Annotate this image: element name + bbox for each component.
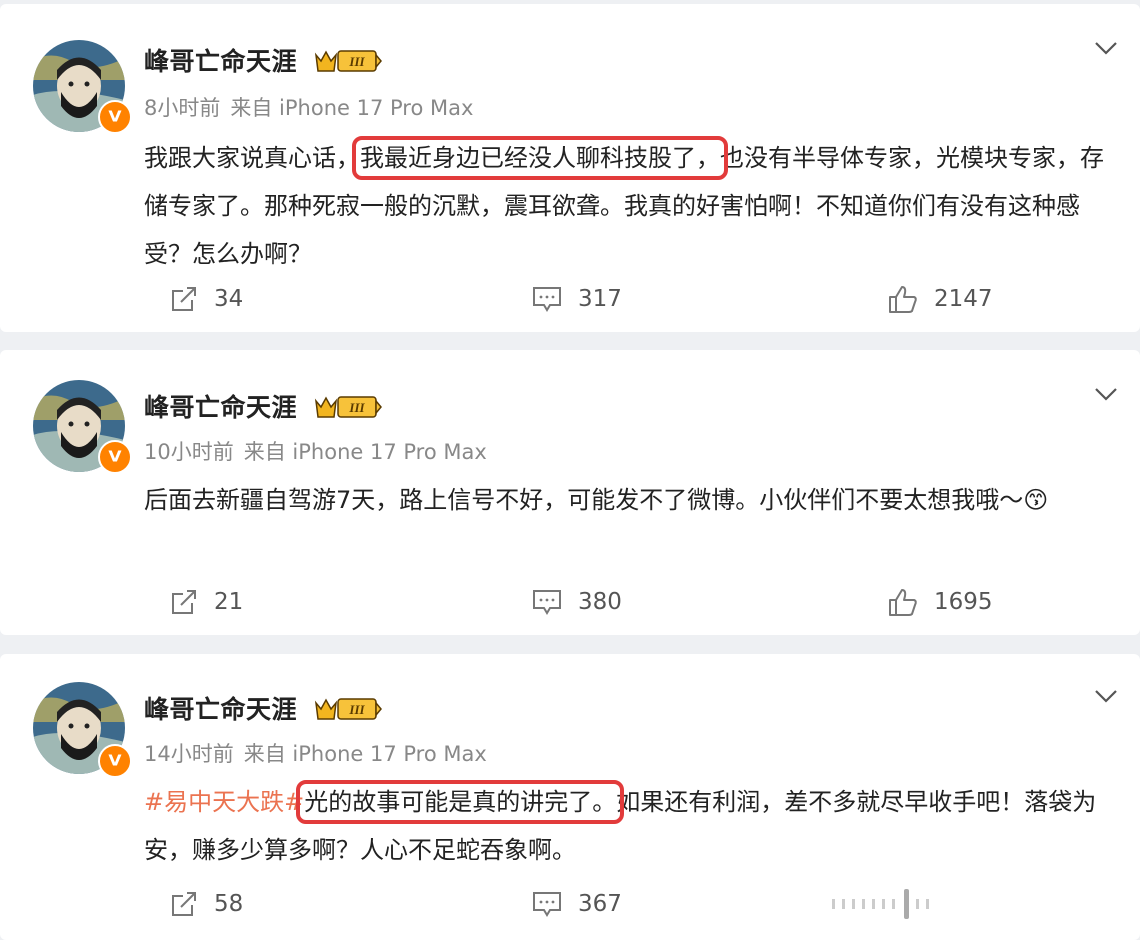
comment-icon	[533, 892, 561, 917]
post-card: V 峰哥亡命天涯 III 14小时前 来自 iPhone 17 Pro Max #…	[0, 654, 1140, 940]
post-actions: 34 317 2147	[0, 279, 1140, 319]
chevron-down-icon[interactable]	[1094, 688, 1118, 704]
post-content: 后面去新疆自驾游7天，路上信号不好，可能发不了微博。小伙伴们不要太想我哦～😙	[144, 486, 1049, 514]
post-meta: 14小时前 来自 iPhone 17 Pro Max	[144, 738, 487, 768]
post-meta: 10小时前 来自 iPhone 17 Pro Max	[144, 436, 487, 466]
username[interactable]: 峰哥亡命天涯	[144, 388, 297, 424]
weibo-feed: V 峰哥亡命天涯 III 8小时前 来自 iPhone 17 Pro Max 我跟…	[0, 0, 1140, 940]
post-time[interactable]: 14小时前	[144, 742, 234, 766]
post-source: 来自 iPhone 17 Pro Max	[243, 742, 487, 766]
post-time[interactable]: 10小时前	[144, 440, 234, 464]
hashtag-link[interactable]: #易中天大跌#	[144, 788, 304, 816]
username[interactable]: 峰哥亡命天涯	[144, 42, 297, 78]
post-time[interactable]: 8小时前	[144, 96, 220, 120]
emoji: 😙	[1023, 486, 1049, 514]
level-badge-icon: III	[314, 50, 382, 72]
svg-text:III: III	[348, 400, 365, 415]
comment-icon	[533, 287, 561, 312]
svg-text:III: III	[348, 702, 365, 717]
comment-button[interactable]: 317	[532, 279, 622, 319]
post-content: #易中天大跌#光的故事可能是真的讲完了。如果还有利润，差不多就尽早收手吧！落袋为…	[144, 780, 1097, 864]
level-badge-icon: III	[314, 698, 382, 720]
share-button[interactable]: 21	[170, 582, 243, 622]
post-card: V 峰哥亡命天涯 III 8小时前 来自 iPhone 17 Pro Max 我跟…	[0, 4, 1140, 332]
share-icon	[172, 590, 196, 614]
thumbs-up-icon	[889, 589, 917, 616]
svg-text:III: III	[348, 54, 365, 69]
level-badge-icon: III	[314, 396, 382, 418]
share-icon	[172, 892, 196, 916]
post-source: 来自 iPhone 17 Pro Max	[243, 440, 487, 464]
comment-icon	[533, 590, 561, 615]
highlight-box: 光的故事可能是真的讲完了。	[296, 780, 625, 824]
post-source: 来自 iPhone 17 Pro Max	[230, 96, 474, 120]
loading-bars-icon	[832, 889, 929, 919]
comment-button[interactable]: 380	[532, 582, 622, 622]
chevron-down-icon[interactable]	[1094, 386, 1118, 402]
share-button[interactable]: 34	[170, 279, 243, 319]
post-meta: 8小时前 来自 iPhone 17 Pro Max	[144, 92, 473, 122]
verified-badge-icon: V	[98, 440, 132, 474]
like-button[interactable]: 1695	[888, 582, 993, 622]
chevron-down-icon[interactable]	[1094, 40, 1118, 56]
post-actions: 21 380 1695	[0, 582, 1140, 622]
highlight-box: 我最近身边已经没人聊科技股了，	[352, 136, 728, 180]
comment-button[interactable]: 367	[532, 884, 622, 924]
verified-badge-icon: V	[98, 744, 132, 778]
verified-badge-icon: V	[98, 100, 132, 134]
like-button[interactable]: 2147	[888, 279, 993, 319]
post-content: 我跟大家说真心话，我最近身边已经没人聊科技股了，也没有半导体专家，光模块专家，存…	[144, 136, 1104, 268]
thumbs-up-icon	[889, 286, 917, 313]
post-actions: 58 367	[0, 884, 1140, 924]
share-button[interactable]: 58	[170, 884, 243, 924]
post-card: V 峰哥亡命天涯 III 10小时前 来自 iPhone 17 Pro Max 后…	[0, 350, 1140, 635]
share-icon	[172, 287, 196, 311]
username[interactable]: 峰哥亡命天涯	[144, 690, 297, 726]
